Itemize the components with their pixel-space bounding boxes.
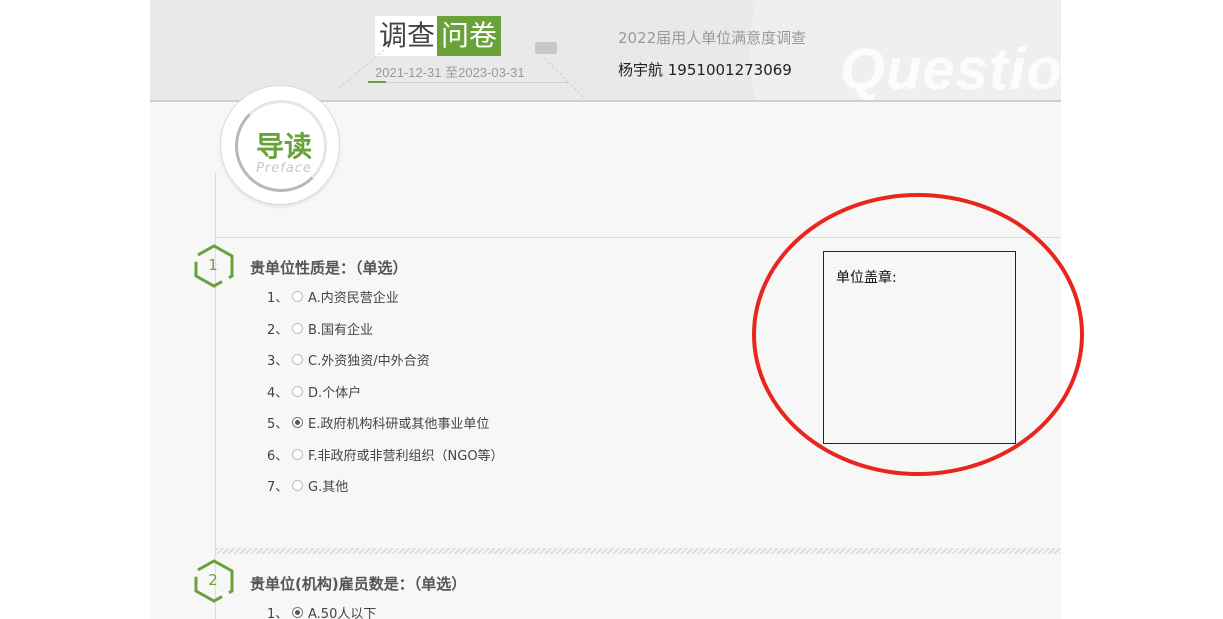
radio-button[interactable] xyxy=(292,322,303,334)
option-label[interactable]: B.国有企业 xyxy=(308,319,373,338)
logo-text-part2: 问卷 xyxy=(437,16,502,56)
option-row[interactable]: 3、 C.外资独资/中外合资 xyxy=(267,349,430,369)
question-separator xyxy=(216,548,1061,554)
option-label[interactable]: G.其他 xyxy=(308,476,348,495)
option-row[interactable]: 6、 F.非政府或非营利组织（NGO等） xyxy=(267,444,504,464)
radio-button[interactable] xyxy=(292,479,303,491)
radio-button-selected[interactable] xyxy=(292,606,303,618)
option-index: 3、 xyxy=(267,353,289,369)
option-label[interactable]: C.外资独资/中外合资 xyxy=(308,350,430,369)
option-label[interactable]: A.50人以下 xyxy=(308,603,376,619)
question-number: 2 xyxy=(208,571,218,589)
header-watermark-text: Questio xyxy=(840,37,1061,102)
option-label[interactable]: E.政府机构科研或其他事业单位 xyxy=(308,413,489,432)
option-row[interactable]: 7、 G.其他 xyxy=(267,475,348,495)
radio-button[interactable] xyxy=(292,385,303,397)
option-index: 4、 xyxy=(267,385,289,401)
option-index: 2、 xyxy=(267,322,289,338)
question-title: 贵单位(机构)雇员数是：（单选） xyxy=(250,575,467,593)
question-number: 1 xyxy=(208,256,218,274)
option-index: 1、 xyxy=(267,606,289,619)
question-number-badge: 1 xyxy=(192,244,234,288)
option-row[interactable]: 4、 D.个体户 xyxy=(267,381,361,401)
preface-badge: 导读 Preface xyxy=(221,86,339,204)
option-label[interactable]: D.个体户 xyxy=(308,382,361,401)
radio-button[interactable] xyxy=(292,448,303,460)
divider xyxy=(368,82,568,83)
option-label[interactable]: A.内资民营企业 xyxy=(308,287,399,306)
logo-plug-icon xyxy=(535,42,557,54)
option-row[interactable]: 1、 A.内资民营企业 xyxy=(267,286,399,306)
respondent-info: 杨宇航 1951001273069 xyxy=(618,61,792,79)
option-index: 1、 xyxy=(267,290,289,306)
red-annotation-circle xyxy=(752,193,1084,476)
logo: 调查 问卷 xyxy=(375,16,557,56)
option-index: 7、 xyxy=(267,479,289,495)
decorative-line xyxy=(543,58,584,99)
preface-title: 导读 xyxy=(255,130,312,163)
option-row[interactable]: 1、 A.50人以下 xyxy=(267,602,376,619)
question-number-badge: 2 xyxy=(192,559,234,603)
option-index: 5、 xyxy=(267,416,289,432)
preface-subtitle: Preface xyxy=(256,161,312,176)
option-index: 6、 xyxy=(267,448,289,464)
radio-button[interactable] xyxy=(292,290,303,302)
survey-title: 2022届用人单位满意度调查 xyxy=(618,29,807,47)
option-row[interactable]: 5、 E.政府机构科研或其他事业单位 xyxy=(267,412,489,432)
radio-button[interactable] xyxy=(292,353,303,365)
option-label[interactable]: F.非政府或非营利组织（NGO等） xyxy=(308,445,504,464)
radio-button-selected[interactable] xyxy=(292,416,303,428)
divider-accent xyxy=(368,81,386,83)
survey-date-range: 2021-12-31 至2023-03-31 xyxy=(375,65,525,80)
option-row[interactable]: 2、 B.国有企业 xyxy=(267,318,373,338)
question-title: 贵单位性质是：（单选） xyxy=(250,259,408,277)
preface-ring: 导读 Preface xyxy=(235,100,327,192)
